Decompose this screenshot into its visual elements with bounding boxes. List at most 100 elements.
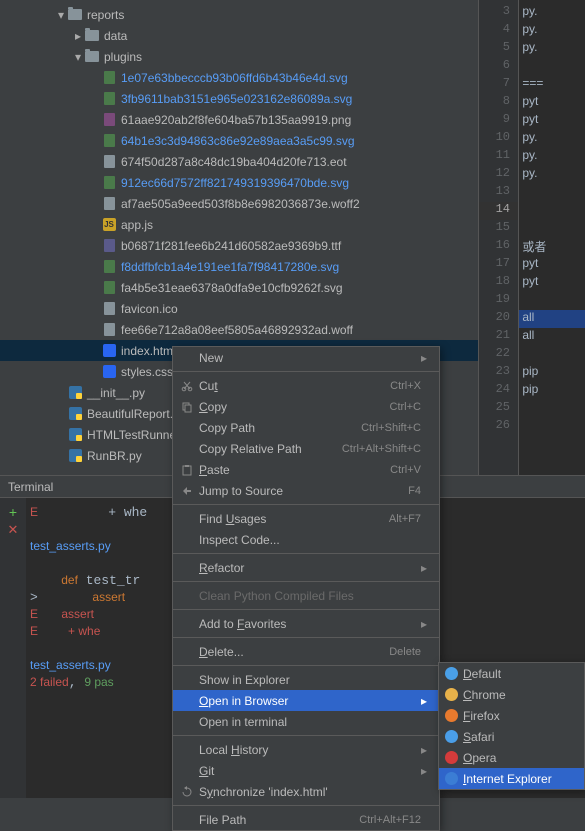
tree-label: f8ddfbfcb1a4e191ee1fa7f98417280e.svg [121, 260, 339, 274]
menu-label: Clean Python Compiled Files [199, 589, 421, 603]
menu-item[interactable]: CutCtrl+X [173, 375, 439, 396]
menu-label: Refactor [199, 561, 421, 575]
tree-file[interactable]: 3fb9611bab3151e965e023162e86089a.svg [0, 88, 478, 109]
chevron-right-icon: ▸ [421, 764, 431, 778]
context-menu[interactable]: New▸CutCtrl+XCopyCtrl+CCopy PathCtrl+Shi… [172, 346, 440, 831]
menu-label: Copy [199, 400, 390, 414]
browser-submenu[interactable]: Default Chrome FirefoxSafari Opera Internet … [438, 662, 585, 790]
sync-icon [181, 786, 199, 798]
menu-label: Open in Browser [199, 694, 421, 708]
menu-item[interactable]: Synchronize 'index.html' [173, 781, 439, 802]
tree-label: b06871f281fee6b241d60582ae9369b9.ttf [121, 239, 341, 253]
tree-label: RunBR.py [87, 449, 142, 463]
menu-item[interactable]: Find UsagesAlt+F7 [173, 508, 439, 529]
menu-item[interactable]: CopyCtrl+C [173, 396, 439, 417]
tree-label: 3fb9611bab3151e965e023162e86089a.svg [121, 92, 352, 106]
browser-icon [445, 730, 463, 743]
menu-item[interactable]: New▸ [173, 347, 439, 368]
menu-label: Add to Favorites [199, 617, 421, 631]
menu-item[interactable]: Open in Browser▸ [173, 690, 439, 711]
submenu-item[interactable]: Default [439, 663, 584, 684]
terminal-toolbar: + ✕ [0, 498, 26, 798]
menu-item[interactable]: Jump to SourceF4 [173, 480, 439, 501]
menu-item[interactable]: Delete...Delete [173, 641, 439, 662]
terminal-add-icon[interactable]: + [0, 504, 26, 522]
menu-shortcut: Ctrl+X [390, 380, 421, 392]
menu-item[interactable]: Git▸ [173, 760, 439, 781]
chevron-right-icon: ▸ [421, 561, 431, 575]
chevron-right-icon: ▸ [421, 351, 431, 365]
tree-label: HTMLTestRunner [87, 428, 180, 442]
copy-icon [181, 401, 199, 413]
file-icon [104, 323, 115, 336]
menu-label: Inspect Code... [199, 533, 421, 547]
tree-label: favicon.ico [121, 302, 178, 316]
menu-label: File Path [199, 813, 359, 827]
submenu-item[interactable]: Internet Explorer [439, 768, 584, 789]
submenu-label: Chrome [463, 688, 506, 702]
menu-label: Delete... [199, 645, 389, 659]
tree-file[interactable]: 64b1e3c3d94863c86e92e89aea3a5c99.svg [0, 130, 478, 151]
tree-file[interactable]: 674f50d287a8c48dc19ba404d20fe713.eot [0, 151, 478, 172]
file-icon [104, 134, 115, 147]
tree-file[interactable]: b06871f281fee6b241d60582ae9369b9.ttf [0, 235, 478, 256]
menu-shortcut: Delete [389, 646, 421, 658]
jump-icon [181, 485, 199, 497]
tree-label: 1e07e63bbecccb93b06ffd6b43b46e4d.svg [121, 71, 348, 85]
file-icon [104, 155, 115, 168]
tree-folder-plugins[interactable]: ▾plugins [0, 46, 478, 67]
menu-shortcut: Ctrl+V [390, 464, 421, 476]
terminal-close-icon[interactable]: ✕ [0, 522, 26, 540]
tree-file[interactable]: favicon.ico [0, 298, 478, 319]
submenu-item[interactable]: Chrome [439, 684, 584, 705]
tree-label: index.html [121, 344, 176, 358]
chevron-right-icon: ▸ [72, 29, 84, 43]
code-area[interactable]: py. py. py. === pyt pyt py. py. py. 或者 p… [519, 0, 585, 475]
submenu-item[interactable]: Firefox [439, 705, 584, 726]
python-icon [69, 407, 82, 420]
file-icon [104, 92, 115, 105]
menu-shortcut: Ctrl+Alt+F12 [359, 814, 421, 826]
tree-file[interactable]: af7ae505a9eed503f8b8e6982036873e.woff2 [0, 193, 478, 214]
menu-item[interactable]: Add to Favorites▸ [173, 613, 439, 634]
menu-label: New [199, 351, 421, 365]
folder-icon [68, 9, 82, 20]
tree-file[interactable]: f8ddfbfcb1a4e191ee1fa7f98417280e.svg [0, 256, 478, 277]
tree-folder-reports[interactable]: ▾reports [0, 4, 478, 25]
submenu-item[interactable]: Opera [439, 747, 584, 768]
tree-label: data [104, 29, 127, 43]
python-icon [69, 386, 82, 399]
tree-file[interactable]: fa4b5e31eae6378a0dfa9e10cfb9262f.svg [0, 277, 478, 298]
tree-file[interactable]: fee66e712a8a08eef5805a46892932ad.woff [0, 319, 478, 340]
menu-item[interactable]: PasteCtrl+V [173, 459, 439, 480]
menu-item[interactable]: Open in terminal [173, 711, 439, 732]
menu-item[interactable]: File PathCtrl+Alt+F12 [173, 809, 439, 830]
tree-file[interactable]: JSapp.js [0, 214, 478, 235]
tree-label: fee66e712a8a08eef5805a46892932ad.woff [121, 323, 353, 337]
tree-label: 61aae920ab2f8fe604ba57b135aa9919.png [121, 113, 351, 127]
menu-item[interactable]: Inspect Code... [173, 529, 439, 550]
tree-label: 64b1e3c3d94863c86e92e89aea3a5c99.svg [121, 134, 355, 148]
file-icon [104, 260, 115, 273]
menu-item[interactable]: Local History▸ [173, 739, 439, 760]
menu-item[interactable]: Copy PathCtrl+Shift+C [173, 417, 439, 438]
menu-label: Show in Explorer [199, 673, 421, 687]
browser-icon [445, 688, 463, 701]
file-icon: JS [103, 218, 116, 231]
submenu-label: Opera [463, 751, 496, 765]
tree-folder-data[interactable]: ▸ data [0, 25, 478, 46]
html-icon [103, 344, 116, 357]
tree-file[interactable]: 912ec66d7572ff821749319396470bde.svg [0, 172, 478, 193]
tree-file[interactable]: 61aae920ab2f8fe604ba57b135aa9919.png [0, 109, 478, 130]
menu-label: Copy Relative Path [199, 442, 342, 456]
submenu-item[interactable]: Safari [439, 726, 584, 747]
menu-item[interactable]: Show in Explorer [173, 669, 439, 690]
code-editor[interactable]: 3456789101112131415161718192021222324252… [478, 0, 585, 475]
menu-item[interactable]: Refactor▸ [173, 557, 439, 578]
file-icon [104, 302, 115, 315]
menu-label: Jump to Source [199, 484, 408, 498]
tree-label: plugins [104, 50, 142, 64]
tree-file[interactable]: 1e07e63bbecccb93b06ffd6b43b46e4d.svg [0, 67, 478, 88]
menu-item[interactable]: Copy Relative PathCtrl+Alt+Shift+C [173, 438, 439, 459]
menu-label: Copy Path [199, 421, 361, 435]
